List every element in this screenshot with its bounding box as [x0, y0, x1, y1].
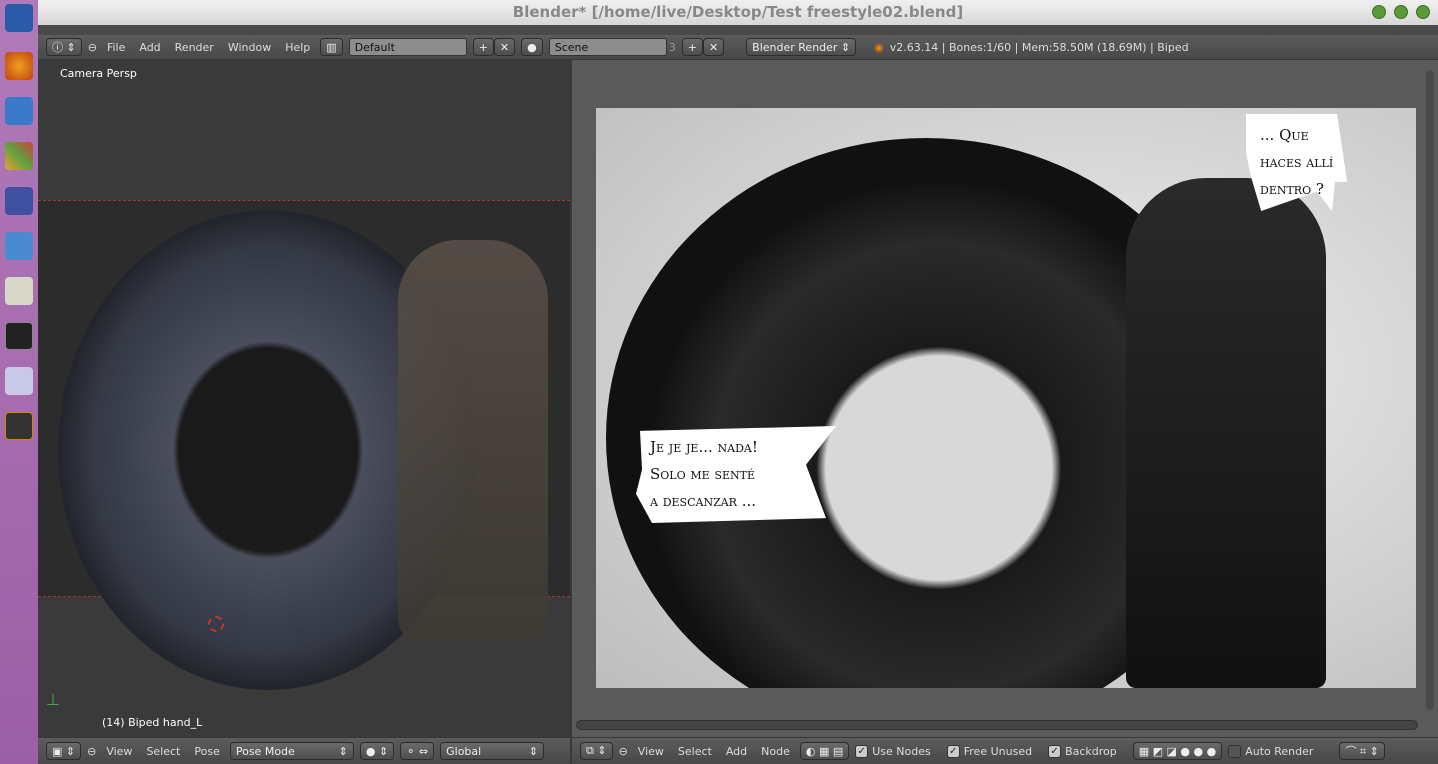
menu-pose[interactable]: Pose	[190, 745, 223, 758]
menu-window[interactable]: Window	[224, 41, 275, 54]
desktop-icon[interactable]	[5, 4, 33, 32]
add-scene-button[interactable]: +	[681, 38, 703, 56]
bubble-left-line: a descanzar ...	[650, 492, 757, 510]
add-layout-button[interactable]: +	[472, 38, 494, 56]
installer-icon[interactable]	[5, 232, 33, 260]
object-info: (14) Biped hand_L	[102, 716, 203, 729]
vertical-scrollbar[interactable]	[1426, 70, 1434, 710]
view-label: Camera Persp	[60, 67, 137, 80]
horizontal-scrollbar[interactable]	[576, 720, 1418, 730]
orientation-label: Global	[446, 744, 482, 758]
backdrop-channel-buttons[interactable]: ▦ ◩ ◪ ● ● ●	[1132, 742, 1223, 760]
editor-type-3d-icon[interactable]: ▣ ⇕	[46, 742, 82, 760]
maximize-button[interactable]	[1394, 5, 1408, 19]
scene-users: 3	[668, 40, 676, 54]
orientation-select[interactable]: Global ⇕	[440, 742, 545, 760]
menu-file[interactable]: File	[103, 41, 129, 54]
backdrop-checkbox[interactable]: ✓ Backdrop	[1048, 744, 1117, 758]
collapse-icon[interactable]: ⊖	[619, 745, 628, 758]
free-unused-label: Free Unused	[963, 744, 1033, 758]
collapse-icon[interactable]: ⊖	[87, 745, 96, 758]
menu-view[interactable]: View	[634, 745, 668, 758]
window-title: Blender* [/home/live/Desktop/Test freest…	[512, 3, 964, 21]
editor-type-info-icon[interactable]: ⓘ ⇕	[46, 38, 82, 56]
character-model	[398, 240, 548, 640]
pivot-select[interactable]: ⚬ ⇔	[400, 742, 435, 760]
minimize-button[interactable]	[1372, 5, 1386, 19]
shading-select[interactable]: ● ⇕	[359, 742, 395, 760]
viewport-header: ▣ ⇕ ⊖ View Select Pose Pose Mode ⇕ ● ⇕ ⚬ …	[38, 738, 570, 764]
menu-node[interactable]: Node	[757, 745, 794, 758]
close-button[interactable]	[1416, 5, 1430, 19]
bubble-left-line: Je je je... nada!	[650, 438, 758, 456]
bubble-left-line: Solo me senté	[650, 465, 756, 483]
chart-icon[interactable]	[5, 187, 33, 215]
use-nodes-label: Use Nodes	[872, 744, 931, 758]
bubble-top-line: haces allí	[1260, 153, 1334, 171]
terminal-icon[interactable]	[5, 322, 33, 350]
firefox-icon[interactable]	[5, 52, 33, 80]
auto-render-label: Auto Render	[1245, 744, 1314, 758]
backdrop-label: Backdrop	[1065, 744, 1117, 758]
paint-icon[interactable]	[5, 142, 33, 170]
header-gap	[38, 25, 1438, 35]
remove-layout-button[interactable]: ✕	[493, 38, 516, 56]
mode-select[interactable]: Pose Mode ⇕	[229, 742, 354, 760]
node-editor[interactable]: ... Que haces allí dentro ? Je je je... …	[572, 60, 1438, 737]
info-header: ⓘ ⇕ ⊖ File Add Render Window Help ▥ Defa…	[38, 35, 1438, 59]
layout-icon[interactable]: ▥	[320, 38, 343, 56]
speech-bubble-left: Je je je... nada! Solo me senté a descan…	[636, 426, 836, 523]
scene-field[interactable]: Scene	[548, 38, 667, 56]
blender-logo-icon: ◉	[874, 40, 884, 54]
character-render	[1126, 178, 1326, 688]
search-icon[interactable]	[5, 97, 33, 125]
render-backdrop: ... Que haces allí dentro ? Je je je... …	[596, 108, 1416, 688]
menu-view[interactable]: View	[102, 745, 136, 758]
auto-render-checkbox[interactable]: Auto Render	[1228, 744, 1314, 758]
menu-add[interactable]: Add	[722, 745, 751, 758]
menu-select[interactable]: Select	[674, 745, 716, 758]
menu-select[interactable]: Select	[142, 745, 184, 758]
3d-cursor-icon	[208, 616, 224, 632]
node-editor-header: ⧉ ⇕ ⊖ View Select Add Node ◐ ▦ ▤ ✓ Use No…	[572, 738, 1438, 764]
app-icon[interactable]	[5, 367, 33, 395]
axis-gizmo-icon: ⊥	[46, 690, 60, 709]
calculator-icon[interactable]	[5, 277, 33, 305]
render-engine-select[interactable]: Blender Render ⇕	[746, 38, 857, 56]
window-titlebar: Blender* [/home/live/Desktop/Test freest…	[38, 0, 1438, 25]
menu-add[interactable]: Add	[135, 41, 164, 54]
remove-scene-button[interactable]: ✕	[702, 38, 725, 56]
free-unused-checkbox[interactable]: ✓ Free Unused	[946, 744, 1033, 758]
speech-bubble-top: ... Que haces allí dentro ?	[1246, 114, 1348, 211]
launcher-dock	[0, 0, 38, 764]
editor-type-node-icon[interactable]: ⧉ ⇕	[580, 742, 613, 760]
scene-icon[interactable]: ●	[521, 38, 543, 56]
node-tree-type-buttons[interactable]: ◐ ▦ ▤	[799, 742, 850, 760]
monitor-icon[interactable]	[5, 412, 33, 440]
render-engine-label: Blender Render	[752, 40, 838, 54]
bubble-top-line: ... Que	[1260, 126, 1309, 144]
snap-buttons[interactable]: ⌒ ⌗ ⇕	[1339, 742, 1385, 760]
collapse-icon[interactable]: ⊖	[88, 41, 97, 54]
stats-text: v2.63.14 | Bones:1/60 | Mem:58.50M (18.6…	[889, 40, 1189, 54]
layout-field[interactable]: Default	[348, 38, 467, 56]
pose-mode-label: Pose Mode	[235, 744, 295, 758]
3d-viewport[interactable]: Camera Persp (14) Biped hand_L ⊥	[38, 60, 570, 737]
use-nodes-checkbox[interactable]: ✓ Use Nodes	[855, 744, 931, 758]
menu-render[interactable]: Render	[171, 41, 218, 54]
menu-help[interactable]: Help	[281, 41, 314, 54]
